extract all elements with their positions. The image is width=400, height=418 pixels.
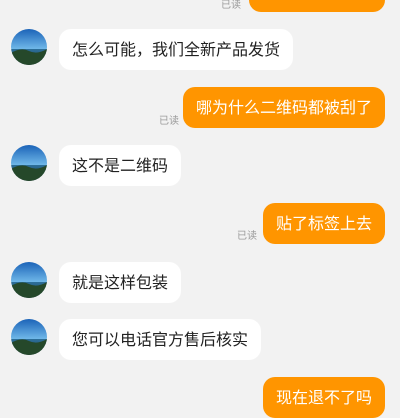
message-bubble-incoming[interactable]: 就是这样包装 — [59, 262, 182, 303]
read-receipt: 已读 — [221, 0, 241, 11]
seller-avatar-icon — [11, 319, 47, 355]
message-bubble-incoming[interactable]: 怎么可能，我们全新产品发货 — [59, 29, 294, 70]
message-bubble-incoming[interactable]: 您可以电话官方售后核实 — [59, 319, 262, 360]
read-receipt: 已读 — [159, 116, 179, 127]
avatar[interactable] — [11, 262, 47, 298]
avatar[interactable] — [11, 319, 47, 355]
avatar[interactable] — [11, 29, 47, 65]
message-bubble-outgoing[interactable]: 哪为什么二维码都被刮了 — [182, 87, 385, 128]
message-bubble-incoming[interactable]: 这不是二维码 — [59, 145, 182, 186]
seller-avatar-icon — [11, 145, 47, 181]
message-bubble-outgoing[interactable] — [249, 0, 385, 12]
seller-avatar-icon — [11, 29, 47, 65]
avatar[interactable] — [11, 145, 47, 181]
message-bubble-outgoing[interactable]: 现在退不了吗 — [262, 377, 385, 418]
message-bubble-outgoing[interactable]: 贴了标签上去 — [262, 203, 385, 244]
seller-avatar-icon — [11, 262, 47, 298]
read-receipt: 已读 — [237, 231, 257, 242]
